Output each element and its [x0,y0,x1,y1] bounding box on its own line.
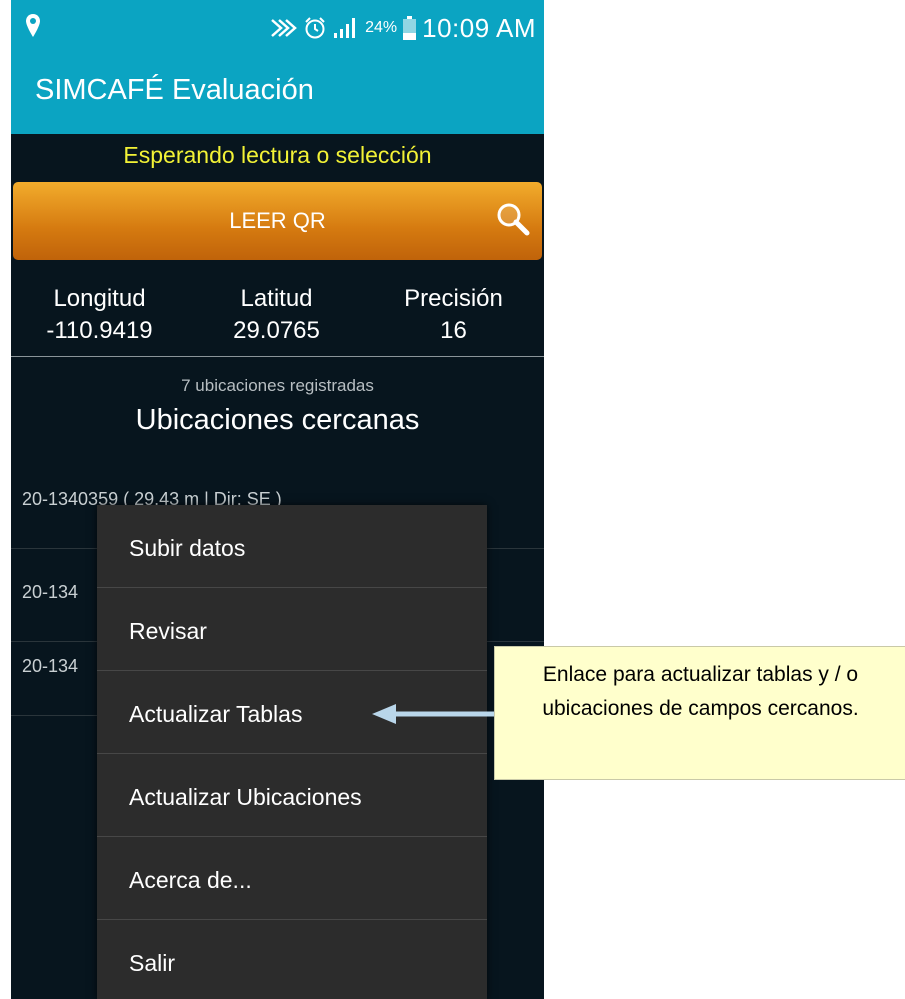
latitude-value: 29.0765 [233,317,320,344]
longitude-label: Longitud [53,285,146,312]
divider [11,356,544,357]
menu-item-update-locations[interactable]: Actualizar Ubicaciones [97,754,487,837]
location-item-label: 20-134 [22,656,79,676]
app-bar: SIMCAFÉ Evaluación [11,56,544,134]
location-item-label: 20-134 [22,582,79,602]
menu-item-about[interactable]: Acerca de... [97,837,487,920]
latitude-block: Latitud 29.0765 [188,283,365,347]
battery-icon [403,16,417,40]
annotation-callout: Enlace para actualizar tablas y / o ubic… [494,646,905,780]
search-icon [497,203,530,236]
alarm-icon [305,17,325,39]
options-menu: Subir datos Revisar Actualizar Tablas Ac… [97,505,487,999]
location-icon [26,14,40,37]
precision-value: 16 [440,317,467,344]
read-qr-label: LEER QR [229,208,326,233]
menu-item-label: Actualizar Ubicaciones [129,784,362,810]
longitude-block: Longitud -110.9419 [11,283,188,347]
coordinates-panel: Longitud -110.9419 Latitud 29.0765 Preci… [11,283,544,347]
read-qr-button[interactable]: LEER QR [13,182,542,260]
nfc-icon [271,19,297,37]
menu-item-label: Salir [129,950,176,976]
locations-count: 7 ubicaciones registradas [181,376,374,395]
nearby-locations-title: Ubicaciones cercanas [135,404,420,436]
longitude-value: -110.9419 [46,317,153,344]
status-message: Esperando lectura o selección [123,142,432,168]
precision-block: Precisión 16 [365,283,542,347]
signal-icon [334,18,356,38]
battery-percent: 24% [365,19,398,36]
app-title: SIMCAFÉ Evaluación [35,74,314,106]
phone-screen: 24% 10:09 AM SIMCAFÉ Evaluación Esperand… [11,0,544,999]
latitude-label: Latitud [240,285,313,312]
status-icons: 24% 10:09 AM [269,12,536,44]
precision-label: Precisión [404,285,503,312]
menu-item-label: Actualizar Tablas [129,701,303,727]
menu-item-review[interactable]: Revisar [97,588,487,671]
status-time: 10:09 AM [422,12,536,43]
menu-item-exit[interactable]: Salir [97,920,487,999]
status-bar: 24% 10:09 AM [11,0,544,56]
menu-item-upload-data[interactable]: Subir datos [97,505,487,588]
menu-item-label: Revisar [129,618,207,644]
callout-arrow [372,704,494,724]
menu-item-label: Subir datos [129,535,246,561]
menu-item-label: Acerca de... [129,867,252,893]
